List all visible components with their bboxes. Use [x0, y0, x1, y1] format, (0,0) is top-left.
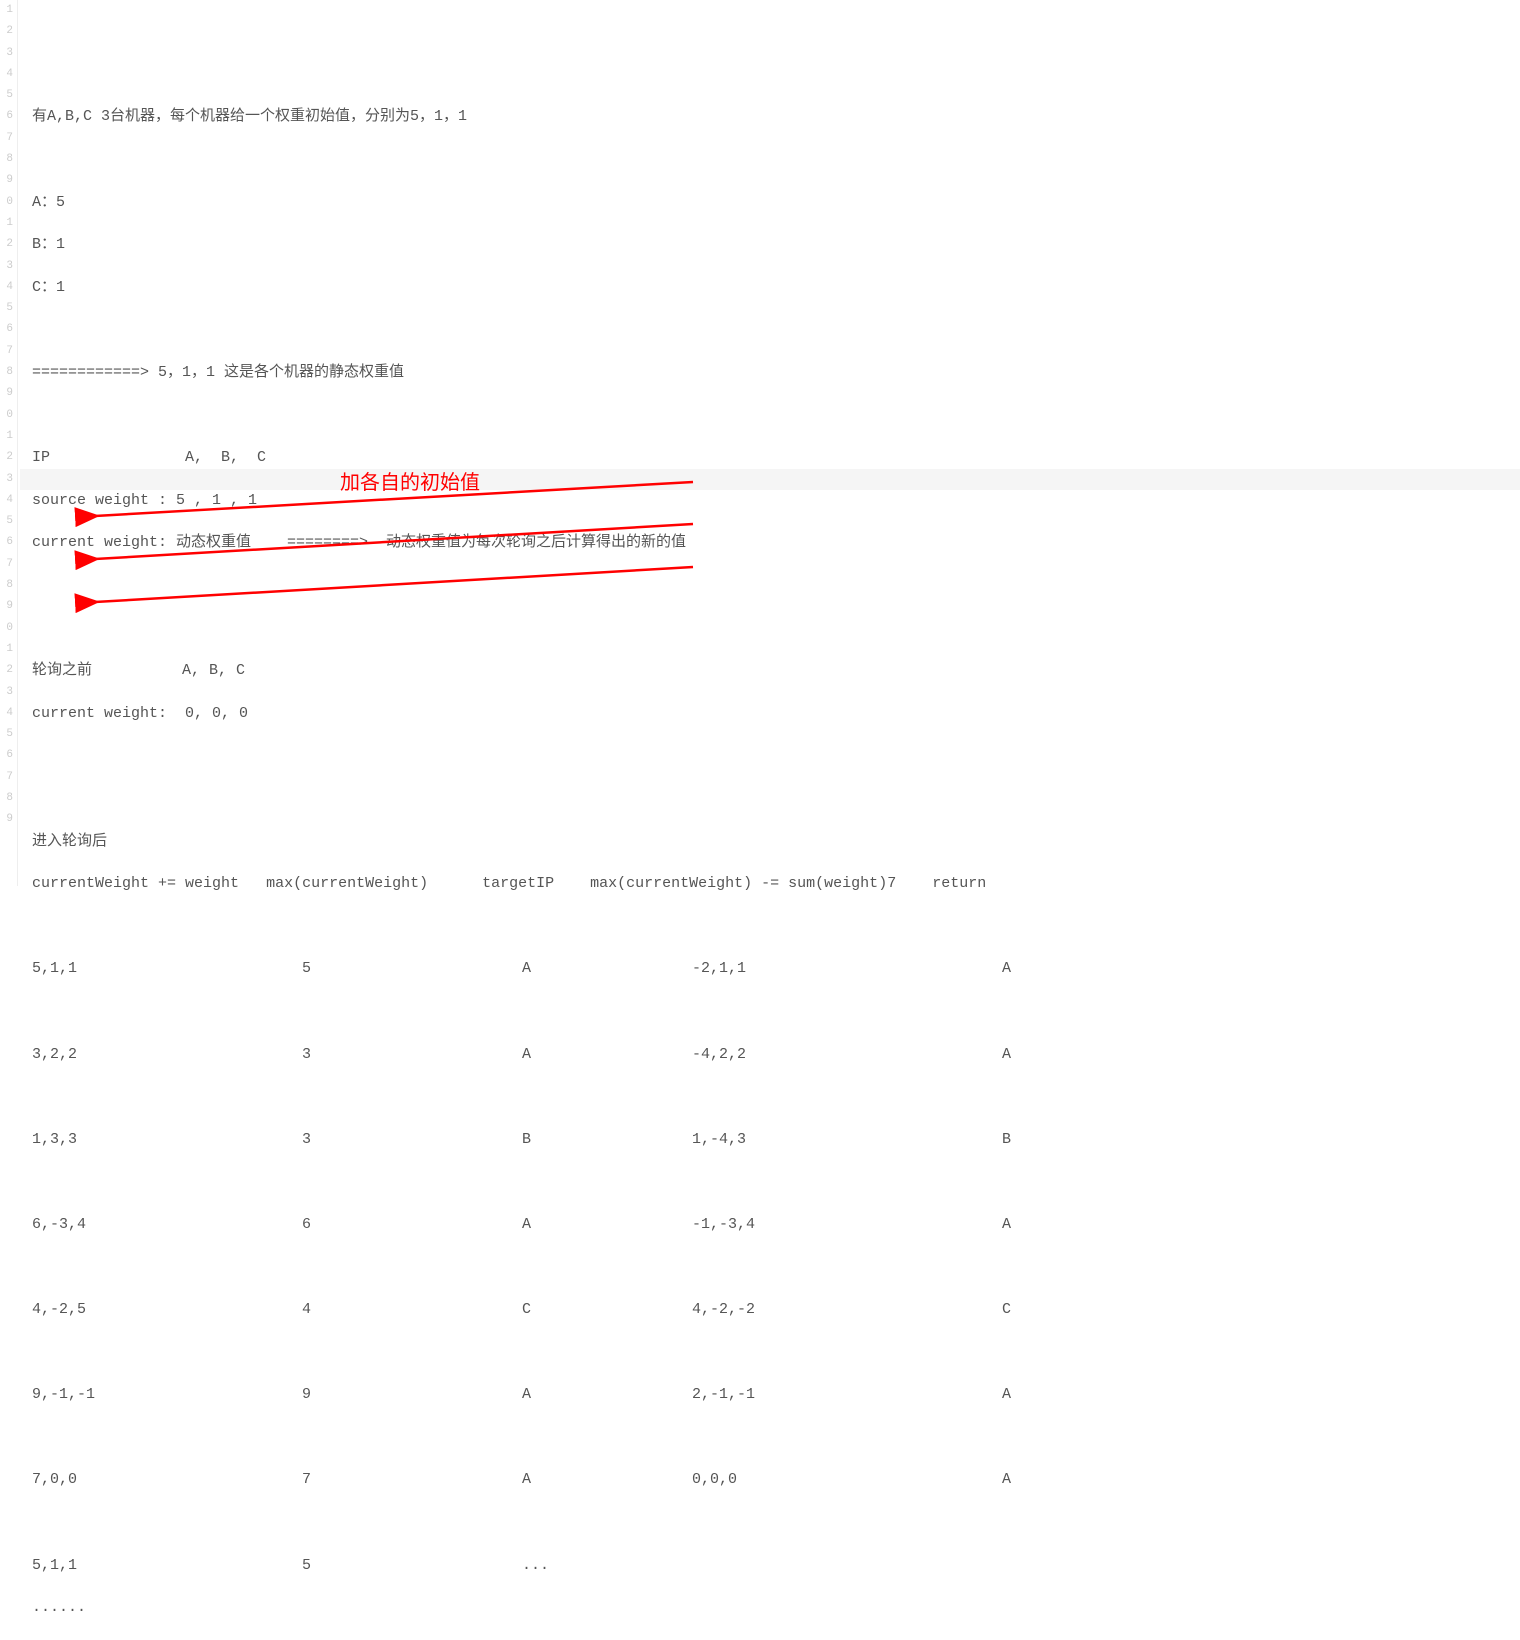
machine-a: A：5 [32, 192, 1011, 213]
gutter-num: 2 [0, 21, 13, 42]
machine-c: C：1 [32, 277, 1011, 298]
after-poll-label: 进入轮询后 [32, 831, 1011, 852]
gutter-num: 4 [0, 277, 13, 298]
gutter-num: 4 [0, 64, 13, 85]
table-header: currentWeight += weight max(currentWeigh… [32, 873, 1011, 894]
before-poll-values: current weight: 0, 0, 0 [32, 703, 1011, 724]
gutter-num: 7 [0, 128, 13, 149]
gutter-num: 7 [0, 767, 13, 788]
gutter-num: 1 [0, 639, 13, 660]
intro-text: 有A,B,C 3台机器，每个机器给一个权重初始值，分别为5，1，1 [32, 106, 1011, 127]
before-poll-label: 轮询之前 A, B, C [32, 660, 1011, 681]
gutter-num: 2 [0, 660, 13, 681]
gutter-num: 0 [0, 192, 13, 213]
table-row: 7,0,07A0,0,0A [32, 1469, 1011, 1490]
gutter-num: 6 [0, 106, 13, 127]
gutter-num: 9 [0, 596, 13, 617]
gutter-num: 3 [0, 256, 13, 277]
gutter-num: 6 [0, 319, 13, 340]
gutter-num: 6 [0, 745, 13, 766]
gutter-num: 8 [0, 788, 13, 809]
table-row: 5,1,15... [32, 1555, 1011, 1576]
gutter-num: 4 [0, 703, 13, 724]
annotation-text: 加各自的初始值 [340, 466, 480, 495]
current-weight-desc: current weight: 动态权重值 ========> 动态权重值为每次… [32, 532, 1011, 553]
gutter-num: 5 [0, 511, 13, 532]
gutter-num: 6 [0, 532, 13, 553]
source-weight: source weight : 5 , 1 , 1 [32, 490, 1011, 511]
gutter-num: 8 [0, 362, 13, 383]
gutter-num: 5 [0, 85, 13, 106]
gutter-num: 0 [0, 405, 13, 426]
ip-header: IP A, B, C [32, 447, 1011, 468]
editor-content[interactable]: 有A,B,C 3台机器，每个机器给一个权重初始值，分别为5，1，1 A：5 B：… [32, 0, 1011, 1640]
line-gutter: 1 2 3 4 5 6 7 8 9 0 1 2 3 4 5 6 7 8 9 0 … [0, 0, 18, 886]
table-row: 6,-3,46A-1,-3,4A [32, 1214, 1011, 1235]
gutter-num: 3 [0, 43, 13, 64]
gutter-num: 3 [0, 682, 13, 703]
gutter-num: 5 [0, 298, 13, 319]
gutter-num: 7 [0, 341, 13, 362]
ellipsis: ...... [32, 1597, 1011, 1618]
gutter-num: 4 [0, 490, 13, 511]
gutter-num: 5 [0, 724, 13, 745]
gutter-num: 2 [0, 234, 13, 255]
gutter-num: 8 [0, 575, 13, 596]
gutter-num: 9 [0, 170, 13, 191]
table-row: 9,-1,-19A2,-1,-1A [32, 1384, 1011, 1405]
table-row: 5,1,15A-2,1,1A [32, 958, 1011, 979]
table-row: 4,-2,54C4,-2,-2C [32, 1299, 1011, 1320]
static-weight-line: ============> 5，1，1 这是各个机器的静态权重值 [32, 362, 1011, 383]
gutter-num: 9 [0, 383, 13, 404]
gutter-num: 1 [0, 213, 13, 234]
gutter-num: 8 [0, 149, 13, 170]
gutter-num: 9 [0, 809, 13, 830]
machine-b: B：1 [32, 234, 1011, 255]
gutter-num: 7 [0, 554, 13, 575]
gutter-num: 1 [0, 426, 13, 447]
gutter-num: 2 [0, 447, 13, 468]
gutter-num: 3 [0, 469, 13, 490]
table-row: 3,2,23A-4,2,2A [32, 1044, 1011, 1065]
table-row: 1,3,33B1,-4,3B [32, 1129, 1011, 1150]
gutter-num: 0 [0, 618, 13, 639]
gutter-num: 1 [0, 0, 13, 21]
